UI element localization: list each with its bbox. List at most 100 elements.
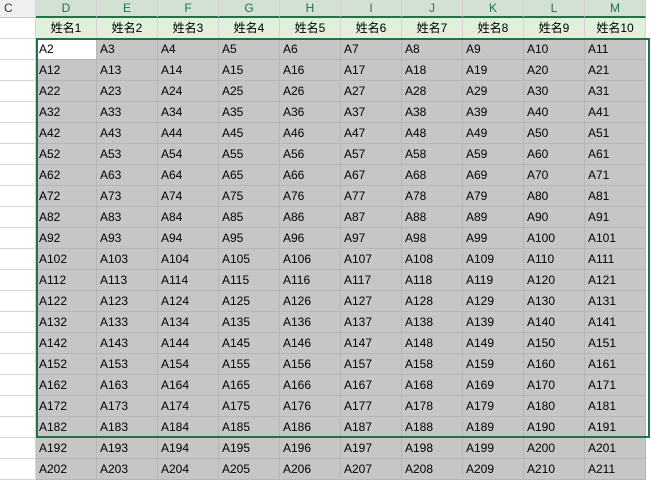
data-cell[interactable]: A93 <box>97 228 158 249</box>
cell-empty[interactable] <box>0 39 36 60</box>
data-cell[interactable]: A84 <box>158 207 219 228</box>
data-cell[interactable]: A86 <box>280 207 341 228</box>
cell-empty[interactable] <box>0 270 36 291</box>
data-cell[interactable]: A156 <box>280 354 341 375</box>
cell-empty[interactable] <box>0 123 36 144</box>
data-cell[interactable]: A79 <box>463 186 524 207</box>
data-cell[interactable]: A161 <box>585 354 646 375</box>
data-cell[interactable]: A9 <box>463 39 524 60</box>
data-cell[interactable]: A136 <box>280 312 341 333</box>
data-cell[interactable]: A62 <box>36 165 97 186</box>
data-cell[interactable]: A26 <box>280 81 341 102</box>
data-cell[interactable]: A147 <box>341 333 402 354</box>
data-cell[interactable]: A165 <box>219 375 280 396</box>
data-cell[interactable]: A91 <box>585 207 646 228</box>
data-cell[interactable]: A4 <box>158 39 219 60</box>
data-cell[interactable]: A32 <box>36 102 97 123</box>
data-cell[interactable]: A66 <box>280 165 341 186</box>
data-cell[interactable]: A92 <box>36 228 97 249</box>
data-cell[interactable]: A159 <box>463 354 524 375</box>
data-cell[interactable]: A170 <box>524 375 585 396</box>
data-cell[interactable]: A18 <box>402 60 463 81</box>
data-cell[interactable]: A56 <box>280 144 341 165</box>
data-cell[interactable]: A50 <box>524 123 585 144</box>
data-cell[interactable]: A196 <box>280 438 341 459</box>
data-cell[interactable]: A163 <box>97 375 158 396</box>
data-cell[interactable]: A139 <box>463 312 524 333</box>
data-cell[interactable]: A138 <box>402 312 463 333</box>
data-cell[interactable]: A23 <box>97 81 158 102</box>
data-cell[interactable]: A96 <box>280 228 341 249</box>
data-cell[interactable]: A111 <box>585 249 646 270</box>
data-cell[interactable]: A108 <box>402 249 463 270</box>
data-cell[interactable]: A77 <box>341 186 402 207</box>
column-header-C[interactable]: C <box>0 0 36 18</box>
data-cell[interactable]: A88 <box>402 207 463 228</box>
data-cell[interactable]: A71 <box>585 165 646 186</box>
data-cell[interactable]: A134 <box>158 312 219 333</box>
data-cell[interactable]: A48 <box>402 123 463 144</box>
data-cell[interactable]: A124 <box>158 291 219 312</box>
data-cell[interactable]: A54 <box>158 144 219 165</box>
data-cell[interactable]: A135 <box>219 312 280 333</box>
cell-empty[interactable] <box>0 354 36 375</box>
data-cell[interactable]: A51 <box>585 123 646 144</box>
data-cell[interactable]: A145 <box>219 333 280 354</box>
data-cell[interactable]: A132 <box>36 312 97 333</box>
data-cell[interactable]: A177 <box>341 396 402 417</box>
data-cell[interactable]: A36 <box>280 102 341 123</box>
data-cell[interactable]: A125 <box>219 291 280 312</box>
data-cell[interactable]: A209 <box>463 459 524 480</box>
data-cell[interactable]: A113 <box>97 270 158 291</box>
data-cell[interactable]: A175 <box>219 396 280 417</box>
data-cell[interactable]: A31 <box>585 81 646 102</box>
data-cell[interactable]: A24 <box>158 81 219 102</box>
data-cell[interactable]: A211 <box>585 459 646 480</box>
name-header-cell[interactable]: 姓名1 <box>36 18 97 39</box>
active-cell[interactable]: A2 <box>36 39 97 60</box>
data-cell[interactable]: A112 <box>36 270 97 291</box>
data-cell[interactable]: A157 <box>341 354 402 375</box>
data-cell[interactable]: A73 <box>97 186 158 207</box>
data-cell[interactable]: A78 <box>402 186 463 207</box>
cell-empty[interactable] <box>0 459 36 480</box>
data-cell[interactable]: A85 <box>219 207 280 228</box>
data-cell[interactable]: A35 <box>219 102 280 123</box>
data-cell[interactable]: A127 <box>341 291 402 312</box>
data-cell[interactable]: A120 <box>524 270 585 291</box>
name-header-cell[interactable]: 姓名9 <box>524 18 585 39</box>
data-cell[interactable]: A12 <box>36 60 97 81</box>
data-cell[interactable]: A203 <box>97 459 158 480</box>
data-cell[interactable]: A129 <box>463 291 524 312</box>
data-cell[interactable]: A39 <box>463 102 524 123</box>
data-cell[interactable]: A195 <box>219 438 280 459</box>
data-cell[interactable]: A178 <box>402 396 463 417</box>
data-cell[interactable]: A6 <box>280 39 341 60</box>
data-cell[interactable]: A148 <box>402 333 463 354</box>
data-cell[interactable]: A101 <box>585 228 646 249</box>
data-cell[interactable]: A208 <box>402 459 463 480</box>
data-cell[interactable]: A144 <box>158 333 219 354</box>
data-cell[interactable]: A27 <box>341 81 402 102</box>
data-cell[interactable]: A30 <box>524 81 585 102</box>
data-cell[interactable]: A34 <box>158 102 219 123</box>
data-cell[interactable]: A118 <box>402 270 463 291</box>
data-cell[interactable]: A58 <box>402 144 463 165</box>
column-header-L[interactable]: L <box>524 0 585 18</box>
data-cell[interactable]: A130 <box>524 291 585 312</box>
data-cell[interactable]: A151 <box>585 333 646 354</box>
data-cell[interactable]: A197 <box>341 438 402 459</box>
cell-empty[interactable] <box>0 186 36 207</box>
data-cell[interactable]: A49 <box>463 123 524 144</box>
data-cell[interactable]: A207 <box>341 459 402 480</box>
data-cell[interactable]: A70 <box>524 165 585 186</box>
data-cell[interactable]: A166 <box>280 375 341 396</box>
column-header-I[interactable]: I <box>341 0 402 18</box>
name-header-cell[interactable]: 姓名5 <box>280 18 341 39</box>
data-cell[interactable]: A42 <box>36 123 97 144</box>
data-cell[interactable]: A59 <box>463 144 524 165</box>
data-cell[interactable]: A150 <box>524 333 585 354</box>
column-header-F[interactable]: F <box>158 0 219 18</box>
data-cell[interactable]: A87 <box>341 207 402 228</box>
data-cell[interactable]: A119 <box>463 270 524 291</box>
